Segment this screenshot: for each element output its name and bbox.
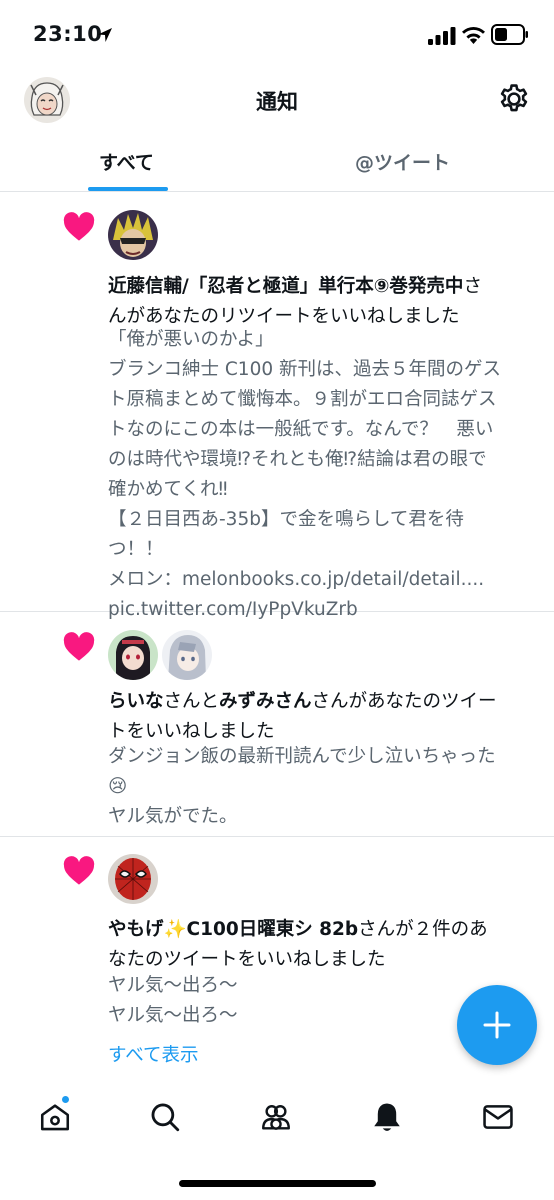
action-text: さんがあなたのツイー — [311, 691, 497, 712]
avatar-image — [108, 210, 158, 260]
user-name[interactable]: やもげ✨C100日曜東シ 82b — [108, 919, 358, 940]
show-all-link[interactable]: すべて表示 — [108, 1041, 198, 1067]
home-unread-dot — [61, 1095, 70, 1104]
action-text: さんが２件のあ — [358, 919, 488, 940]
battery-icon — [491, 24, 528, 45]
tweet-body: ダンジョン飯の最新刊読んで少し泣いちゃった 😢 ヤル気がでた。 — [108, 742, 533, 832]
user-name[interactable]: らいな — [108, 691, 164, 712]
tab-all[interactable]: すべて — [99, 148, 154, 175]
wifi-icon — [462, 27, 485, 44]
tweet-line: トなのにこの本は一般紙です。なんで？ 悪い — [108, 419, 494, 440]
tweet-link[interactable]: メロン：melonbooks.co.jp/detail/detail.... — [108, 565, 533, 595]
action-text-part1: さ — [463, 276, 482, 297]
communities-icon[interactable] — [259, 1100, 293, 1134]
tweet-body: 「俺が悪いのかよ」 ブランコ紳士 C100 新刊は、過去５年間のゲス ト原稿まと… — [108, 325, 533, 625]
avatar-image — [108, 854, 158, 904]
avatar[interactable] — [108, 210, 158, 260]
home-indicator — [179, 1180, 376, 1187]
tab-mentions[interactable]: @ツイート — [355, 148, 450, 175]
connector-text: さんと — [163, 691, 220, 712]
gear-icon[interactable] — [497, 82, 531, 116]
avatar-image — [162, 630, 212, 680]
mail-icon[interactable] — [481, 1100, 515, 1134]
tweet-line: のは時代や環境⁉︎それとも俺⁉︎結論は君の眼で — [108, 449, 487, 470]
tweet-line: 「俺が悪いのかよ」 — [108, 329, 274, 350]
tweet-emoji: 😢 — [108, 776, 128, 797]
tab-bar: すべて @ツイート — [0, 128, 554, 192]
heart-icon — [63, 212, 95, 241]
heart-icon — [63, 856, 95, 885]
location-arrow-icon — [98, 28, 112, 42]
search-icon[interactable] — [148, 1100, 182, 1134]
status-bar: 23:10 — [0, 0, 554, 70]
cellular-signal-icon — [428, 27, 456, 45]
status-time: 23:10 — [33, 22, 103, 46]
bottom-navigation — [0, 1080, 554, 1200]
heart-icon — [63, 632, 95, 661]
app-header: 通知 — [0, 70, 554, 128]
tweet-line: 確かめてくれ‼︎ — [108, 479, 228, 500]
notification-heading: 近藤信輔/「忍者と極道」単行本⑨巻発売中さ んがあなたのリツイートをいいねしまし… — [108, 272, 528, 332]
tweet-line: ヤル気がでた。 — [108, 806, 238, 827]
home-icon[interactable] — [38, 1100, 72, 1134]
user-name[interactable]: 近藤信輔/「忍者と極道」単行本⑨巻発売中 — [108, 276, 463, 297]
avatar[interactable] — [108, 630, 158, 680]
page-title: 通知 — [256, 90, 298, 114]
tweet-line: つ！！ — [108, 539, 164, 560]
bell-icon[interactable] — [370, 1100, 404, 1134]
active-tab-indicator — [88, 187, 168, 191]
tweet-line: ブランコ紳士 C100 新刊は、過去５年間のゲス — [108, 359, 501, 380]
avatar[interactable] — [162, 630, 212, 680]
notification-item[interactable]: 近藤信輔/「忍者と極道」単行本⑨巻発売中さ んがあなたのリツイートをいいねしまし… — [0, 193, 554, 620]
compose-tweet-button[interactable] — [457, 985, 537, 1065]
user-name[interactable]: みずみさん — [219, 691, 312, 712]
tweet-line: ト原稿まとめて懺悔本。９割がエロ合同誌ゲス — [108, 389, 497, 410]
plus-icon — [483, 1011, 511, 1039]
avatar-image — [108, 630, 158, 680]
notification-item[interactable]: らいなさんとみずみさんさんがあなたのツイー トをいいねしました ダンジョン飯の最… — [0, 612, 554, 837]
notification-heading: やもげ✨C100日曜東シ 82bさんが２件のあ なたのツイートをいいねしました — [108, 915, 528, 975]
avatar[interactable] — [108, 854, 158, 904]
tweet-line: 【２日目西あ-35b】で金を鳴らして君を待 — [108, 509, 464, 530]
tweet-line: ダンジョン飯の最新刊読んで少し泣いちゃった — [108, 746, 496, 767]
notification-heading: らいなさんとみずみさんさんがあなたのツイー トをいいねしました — [108, 687, 528, 747]
